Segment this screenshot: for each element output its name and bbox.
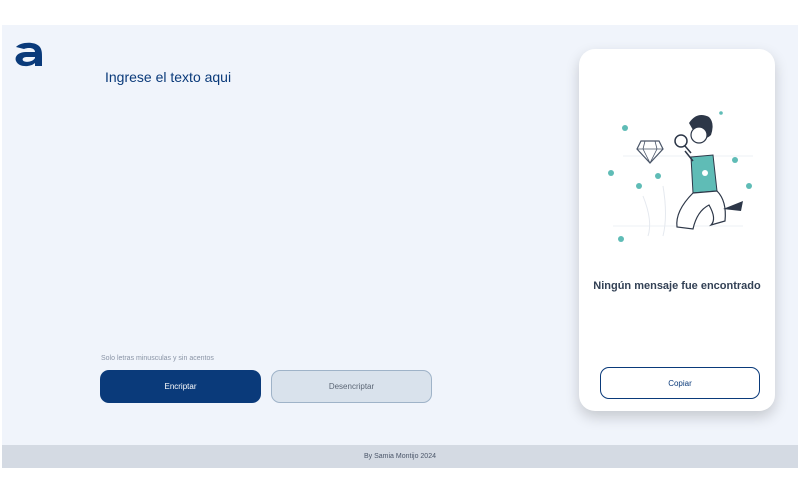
footer: By Samia Montijo 2024 <box>2 445 798 468</box>
copy-button[interactable]: Copiar <box>600 367 760 399</box>
message-input[interactable] <box>105 69 525 339</box>
hint-text: Solo letras minusculas y sin acentos <box>101 355 214 362</box>
empty-state-message: Ningún mensaje fue encontrado <box>593 280 761 292</box>
decrypt-button[interactable]: Desencriptar <box>271 370 432 403</box>
app-window: Solo letras minusculas y sin acentos Enc… <box>2 25 798 468</box>
encrypt-button[interactable]: Encriptar <box>100 370 261 403</box>
person-searching-illustration-icon <box>608 111 753 242</box>
result-panel: Ningún mensaje fue encontrado Copiar <box>579 49 775 411</box>
logo-icon <box>15 42 42 67</box>
footer-text: By Samia Montijo 2024 <box>364 453 436 460</box>
